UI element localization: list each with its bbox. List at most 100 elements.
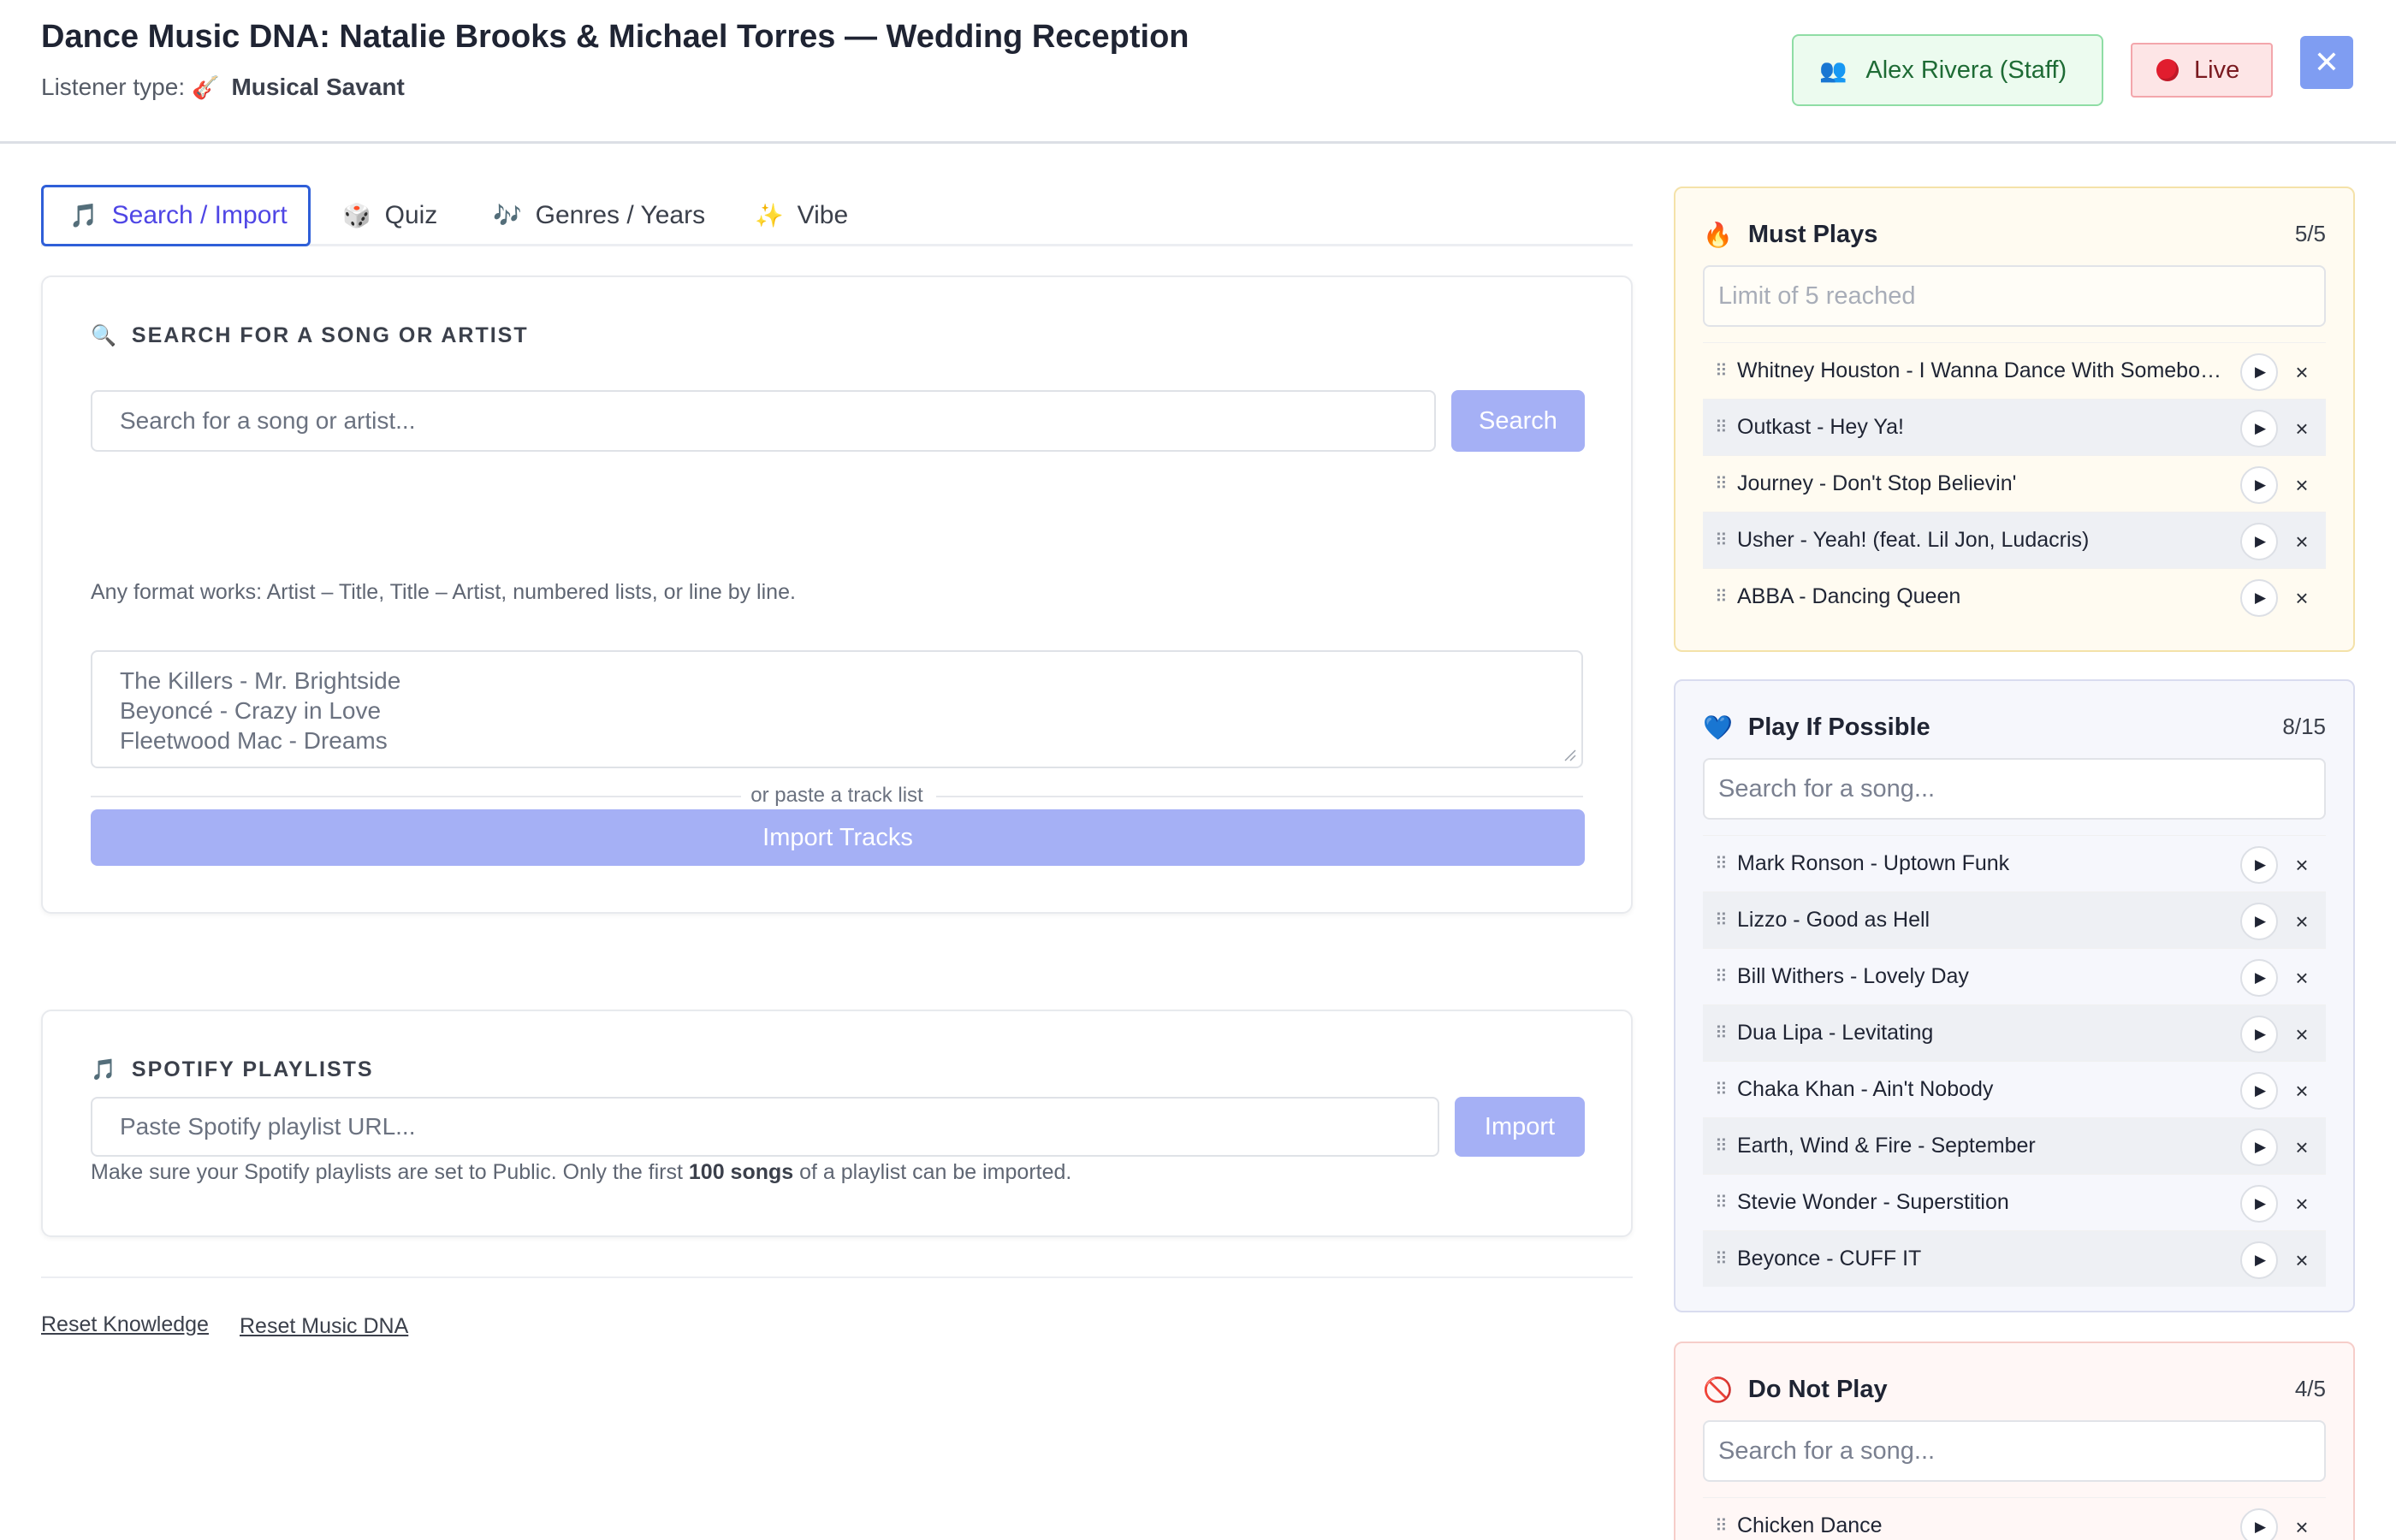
song-title: Whitney Houston - I Wanna Dance With Som… (1737, 358, 2225, 382)
play-button[interactable]: ▶ (2240, 846, 2278, 884)
drag-handle-icon[interactable]: ⠿ (1715, 1248, 1732, 1270)
spotify-import-button[interactable]: Import (1455, 1097, 1585, 1157)
play-button[interactable]: ▶ (2240, 523, 2278, 560)
live-status-badge[interactable]: Live (2131, 43, 2273, 98)
play-icon: ▶ (2254, 1139, 2267, 1155)
tab-label: Quiz (384, 201, 438, 229)
play-button[interactable]: ▶ (2240, 410, 2278, 447)
remove-button[interactable]: × (2290, 1072, 2314, 1110)
close-button[interactable]: ✕ (2300, 36, 2353, 89)
divider-text: or paste a track list (750, 784, 923, 807)
must-plays-search-input[interactable]: Limit of 5 reached (1703, 265, 2326, 327)
play-button[interactable]: ▶ (2240, 1016, 2278, 1053)
play-button[interactable]: ▶ (2240, 1128, 2278, 1166)
play-button[interactable]: ▶ (2240, 353, 2278, 391)
track-list-textarea[interactable]: The Killers - Mr. Brightside Beyoncé - C… (91, 650, 1583, 768)
resize-handle-icon[interactable] (1563, 748, 1576, 761)
song-item[interactable]: ⠿ Journey - Don't Stop Believin' ▶ × (1703, 455, 2326, 512)
remove-button[interactable]: × (2290, 959, 2314, 997)
must-plays-panel: 🔥 Must Plays 5/5 Limit of 5 reached ⠿ Wh… (1674, 187, 2355, 652)
drag-handle-icon[interactable]: ⠿ (1715, 360, 1732, 382)
do-not-play-heading: 🚫 Do Not Play (1703, 1376, 1888, 1404)
reset-music-dna-link[interactable]: Reset Music DNA (240, 1314, 408, 1339)
play-button[interactable]: ▶ (2240, 1241, 2278, 1279)
drag-handle-icon[interactable]: ⠿ (1715, 1192, 1732, 1213)
drag-handle-icon[interactable]: ⠿ (1715, 417, 1732, 438)
import-tracks-button[interactable]: Import Tracks (91, 809, 1585, 866)
remove-button[interactable]: × (2290, 1185, 2314, 1223)
remove-button[interactable]: × (2290, 1241, 2314, 1279)
song-search-input[interactable]: Search for a song or artist... (91, 390, 1436, 452)
play-button[interactable]: ▶ (2240, 959, 2278, 997)
remove-button[interactable]: × (2290, 846, 2314, 884)
drag-handle-icon[interactable]: ⠿ (1715, 853, 1732, 874)
song-item[interactable]: ⠿ Usher - Yeah! (feat. Lil Jon, Ludacris… (1703, 512, 2326, 568)
song-item[interactable]: ⠿ Beyonce - CUFF IT ▶ × (1703, 1230, 2326, 1287)
drag-handle-icon[interactable]: ⠿ (1715, 586, 1732, 607)
remove-button[interactable]: × (2290, 353, 2314, 391)
fire-icon: 🔥 (1703, 222, 1733, 248)
play-icon: ▶ (2254, 1195, 2267, 1211)
play-if-possible-search-input[interactable]: Search for a song... (1703, 758, 2326, 820)
drag-handle-icon[interactable]: ⠿ (1715, 1022, 1732, 1044)
play-icon: ▶ (2254, 533, 2267, 549)
song-item[interactable]: ⠿ ABBA - Dancing Queen ▶ × (1703, 568, 2326, 625)
music-notes-icon: 🎶 (493, 203, 522, 228)
staff-badge[interactable]: 👥 Alex Rivera (Staff) (1792, 34, 2103, 106)
drag-handle-icon[interactable]: ⠿ (1715, 909, 1732, 931)
play-icon: ▶ (2254, 1252, 2267, 1268)
remove-button[interactable]: × (2290, 466, 2314, 504)
play-if-possible-count: 8/15 (2282, 714, 2326, 739)
search-import-card: 🔍 SEARCH FOR A SONG OR ARTIST Search for… (41, 275, 1633, 914)
reset-knowledge-link[interactable]: Reset Knowledge (41, 1312, 209, 1337)
music-note-icon: 🎵 (69, 203, 98, 228)
drag-handle-icon[interactable]: ⠿ (1715, 966, 1732, 987)
song-item[interactable]: ⠿ Outkast - Hey Ya! ▶ × (1703, 399, 2326, 455)
drag-handle-icon[interactable]: ⠿ (1715, 473, 1732, 495)
note-bold-text: 100 songs (688, 1160, 794, 1184)
song-item[interactable]: ⠿ Whitney Houston - I Wanna Dance With S… (1703, 342, 2326, 399)
drag-handle-icon[interactable]: ⠿ (1715, 1135, 1732, 1157)
search-section-heading: 🔍 SEARCH FOR A SONG OR ARTIST (91, 323, 529, 348)
play-button[interactable]: ▶ (2240, 1185, 2278, 1223)
do-not-play-panel: 🚫 Do Not Play 4/5 Search for a song... ⠿… (1674, 1342, 2355, 1540)
remove-button[interactable]: × (2290, 1016, 2314, 1053)
song-item[interactable]: ⠿ Mark Ronson - Uptown Funk ▶ × (1703, 835, 2326, 891)
remove-button[interactable]: × (2290, 903, 2314, 940)
tab-search-import[interactable]: 🎵 Search / Import (41, 185, 311, 246)
remove-button[interactable]: × (2290, 1128, 2314, 1166)
play-button[interactable]: ▶ (2240, 466, 2278, 504)
song-item[interactable]: ⠿ Lizzo - Good as Hell ▶ × (1703, 891, 2326, 948)
must-plays-count: 5/5 (2294, 221, 2326, 246)
remove-button[interactable]: × (2290, 1508, 2314, 1540)
song-item[interactable]: ⠿ Earth, Wind & Fire - September ▶ × (1703, 1117, 2326, 1174)
song-item[interactable]: ⠿ Chaka Khan - Ain't Nobody ▶ × (1703, 1061, 2326, 1117)
drag-handle-icon[interactable]: ⠿ (1715, 1079, 1732, 1100)
blue-heart-icon: 💙 (1703, 714, 1733, 741)
spotify-section-heading: 🎵 SPOTIFY PLAYLISTS (91, 1057, 374, 1082)
drag-handle-icon[interactable]: ⠿ (1715, 530, 1732, 551)
tab-quiz[interactable]: 🎲 Quiz (342, 185, 437, 246)
play-button[interactable]: ▶ (2240, 579, 2278, 617)
song-title: ABBA - Dancing Queen (1737, 584, 1961, 608)
spotify-url-input[interactable]: Paste Spotify playlist URL... (91, 1097, 1439, 1157)
do-not-play-search-input[interactable]: Search for a song... (1703, 1420, 2326, 1482)
play-button[interactable]: ▶ (2240, 1072, 2278, 1110)
tab-vibe[interactable]: ✨ Vibe (755, 185, 848, 246)
drag-handle-icon[interactable]: ⠿ (1715, 1515, 1732, 1537)
play-button[interactable]: ▶ (2240, 903, 2278, 940)
song-item[interactable]: ⠿ Bill Withers - Lovely Day ▶ × (1703, 948, 2326, 1004)
song-title: Outkast - Hey Ya! (1737, 415, 1904, 439)
sparkles-icon: ✨ (755, 203, 784, 228)
remove-button[interactable]: × (2290, 579, 2314, 617)
remove-button[interactable]: × (2290, 523, 2314, 560)
search-button[interactable]: Search (1451, 390, 1585, 452)
song-item[interactable]: ⠿ Stevie Wonder - Superstition ▶ × (1703, 1174, 2326, 1230)
dice-icon: 🎲 (342, 203, 371, 228)
remove-button[interactable]: × (2290, 410, 2314, 447)
play-button[interactable]: ▶ (2240, 1508, 2278, 1540)
song-item[interactable]: ⠿ Dua Lipa - Levitating ▶ × (1703, 1004, 2326, 1061)
track-list-hint: Any format works: Artist – Title, Title … (91, 580, 796, 604)
tab-genres-years[interactable]: 🎶 Genres / Years (493, 185, 705, 246)
song-item[interactable]: ⠿ Chicken Dance ▶ × (1703, 1497, 2326, 1540)
